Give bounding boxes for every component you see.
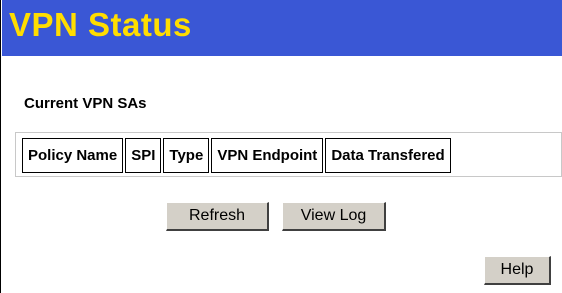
vpn-sa-table: Policy Name SPI Type VPN Endpoint Data T… (20, 138, 453, 173)
title-bar: VPN Status (2, 0, 562, 56)
page-title: VPN Status (9, 6, 192, 43)
refresh-button[interactable]: Refresh (166, 202, 269, 231)
column-header-data-transfered: Data Transfered (325, 138, 451, 173)
view-log-button[interactable]: View Log (282, 202, 386, 231)
column-header-type: Type (163, 138, 210, 173)
table-header-row: Policy Name SPI Type VPN Endpoint Data T… (22, 138, 451, 173)
column-header-vpn-endpoint: VPN Endpoint (211, 138, 324, 173)
vpn-status-page: VPN Status Current VPN SAs Policy Name S… (0, 0, 562, 293)
column-header-spi: SPI (125, 138, 162, 173)
help-button[interactable]: Help (484, 256, 551, 285)
vpn-sa-table-container: Policy Name SPI Type VPN Endpoint Data T… (15, 132, 562, 177)
section-heading: Current VPN SAs (24, 95, 147, 112)
column-header-policy-name: Policy Name (22, 138, 124, 173)
